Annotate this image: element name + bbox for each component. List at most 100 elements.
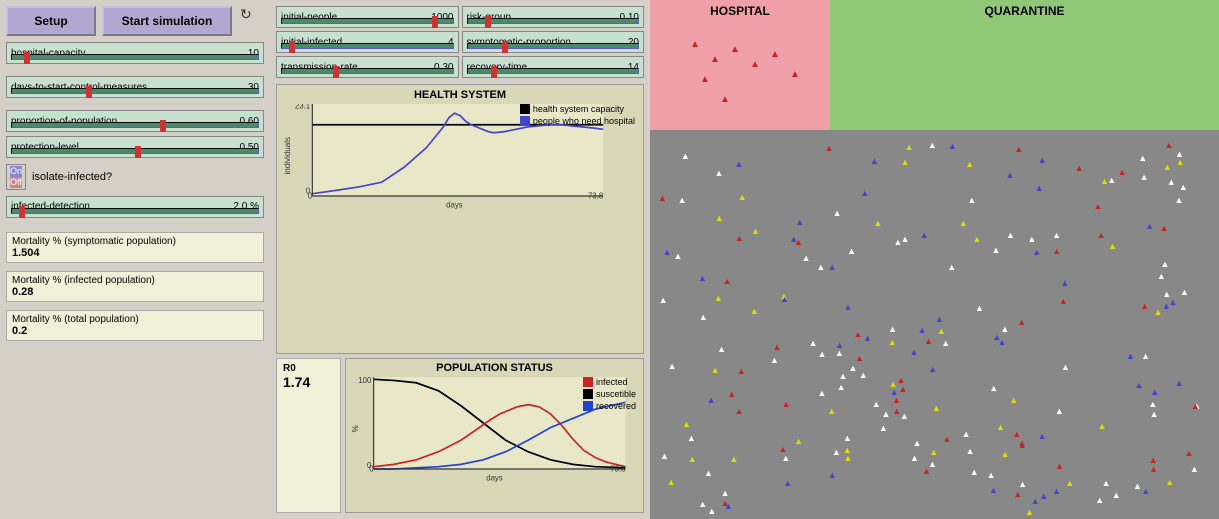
person-sim-60: ▲ <box>1000 325 1009 334</box>
svg-text:days: days <box>486 473 503 482</box>
symptomatic-proportion-track <box>467 43 640 49</box>
protection-handle[interactable] <box>135 146 141 158</box>
population-chart-title: POPULATION STATUS <box>349 362 640 374</box>
person-sim-79: ▲ <box>782 400 791 409</box>
initial-people-handle[interactable] <box>432 16 438 28</box>
person-sim-5: ▲ <box>1052 487 1061 496</box>
person-sim-84: ▲ <box>860 189 869 198</box>
person-sim-113: ▲ <box>816 263 825 272</box>
person-sim-148: ▲ <box>688 455 697 464</box>
isolate-toggle-row: On Off isolate-infected? <box>6 164 264 190</box>
toggle-on-label[interactable]: On <box>10 166 22 177</box>
person-sim-178: ▲ <box>1065 479 1074 488</box>
person-sim-59: ▲ <box>920 231 929 240</box>
infected-detection-slider[interactable]: infected-detection 2.0 % <box>6 196 264 218</box>
person-sim-83: ▲ <box>1001 450 1010 459</box>
person-sim-8: ▲ <box>872 400 881 409</box>
person-sim-194: ▲ <box>966 447 975 456</box>
person-sim-173: ▲ <box>1017 318 1026 327</box>
person-sim-74: ▲ <box>674 252 683 261</box>
risk-group-handle[interactable] <box>485 16 491 28</box>
hospital-capacity-slider[interactable]: hospital-capacity 10 <box>6 42 264 64</box>
person-sim-149: ▲ <box>898 385 907 394</box>
isolate-toggle[interactable]: On Off <box>6 164 26 190</box>
person-sim-157: ▲ <box>835 349 844 358</box>
svg-text:73.8: 73.8 <box>610 464 626 473</box>
person-sim-71: ▲ <box>832 448 841 457</box>
person-sim-89: ▲ <box>989 486 998 495</box>
person-sim-85: ▲ <box>849 364 858 373</box>
legend-hospital-people-label: people who need hospital <box>533 116 635 126</box>
person-sim-38: ▲ <box>735 407 744 416</box>
person-sim-0: ▲ <box>707 507 716 516</box>
legend-health-capacity-color <box>520 104 530 114</box>
person-sim-146: ▲ <box>1145 222 1154 231</box>
person-hospital-4: ▲ <box>750 60 760 70</box>
person-sim-167: ▲ <box>947 263 956 272</box>
symptomatic-proportion-handle[interactable] <box>502 41 508 53</box>
person-sim-165: ▲ <box>910 348 919 357</box>
quarantine-area: QUARANTINE <box>830 0 1219 130</box>
person-sim-183: ▲ <box>972 235 981 244</box>
person-sim-17: ▲ <box>1141 352 1150 361</box>
person-sim-91: ▲ <box>962 430 971 439</box>
person-sim-4: ▲ <box>965 160 974 169</box>
middle-panel: initial-people 1000 risk-group 0.10 init… <box>270 0 650 519</box>
hospital-capacity-handle[interactable] <box>24 52 30 64</box>
legend-recovered: recovered <box>583 401 636 411</box>
person-sim-66: ▲ <box>704 469 713 478</box>
svg-text:0: 0 <box>306 187 311 196</box>
left-panel: Setup Start simulation ↻ hospital-capaci… <box>0 0 270 519</box>
initial-infected-slider[interactable]: initial-infected 4 <box>276 31 459 53</box>
protection-slider[interactable]: protection-level 0.50 <box>6 136 264 158</box>
person-sim-24: ▲ <box>828 263 837 272</box>
transmission-rate-handle[interactable] <box>333 66 339 78</box>
person-sim-151: ▲ <box>1149 456 1158 465</box>
person-sim-154: ▲ <box>1138 154 1147 163</box>
r0-value: 1.74 <box>283 374 334 390</box>
person-sim-53: ▲ <box>837 383 846 392</box>
person-sim-33: ▲ <box>1014 145 1023 154</box>
infected-detection-handle[interactable] <box>19 206 25 218</box>
transmission-rate-slider[interactable]: transmission-rate 0.30 <box>276 56 459 78</box>
symptomatic-proportion-slider[interactable]: symptomatic-proportion 20 <box>462 31 645 53</box>
proportion-handle[interactable] <box>160 120 166 132</box>
refresh-icon[interactable]: ↻ <box>240 6 252 36</box>
person-sim-181: ▲ <box>660 452 669 461</box>
start-simulation-button[interactable]: Start simulation <box>102 6 232 36</box>
health-chart-title: HEALTH SYSTEM <box>281 89 639 101</box>
risk-group-track <box>467 18 640 24</box>
health-chart-legend: health system capacity people who need h… <box>520 104 635 128</box>
person-sim-2: ▲ <box>802 254 811 263</box>
r0-box: R0 1.74 <box>276 358 341 513</box>
legend-hospital-people: people who need hospital <box>520 116 635 126</box>
proportion-slider[interactable]: proportion-of-population 0.60 <box>6 110 264 132</box>
person-sim-153: ▲ <box>1060 279 1069 288</box>
risk-group-slider[interactable]: risk-group 0.10 <box>462 6 645 28</box>
person-sim-81: ▲ <box>1184 449 1193 458</box>
person-sim-43: ▲ <box>1098 422 1107 431</box>
recovery-time-track <box>467 68 640 74</box>
setup-button[interactable]: Setup <box>6 6 96 36</box>
svg-text:23.1: 23.1 <box>295 104 311 111</box>
person-sim-80: ▲ <box>854 330 863 339</box>
person-sim-115: ▲ <box>770 356 779 365</box>
person-sim-187: ▲ <box>1167 178 1176 187</box>
person-sim-150: ▲ <box>928 365 937 374</box>
days-to-start-slider[interactable]: days-to-start-control-measures 30 <box>6 76 264 98</box>
toggle-off-label[interactable]: Off <box>10 177 22 188</box>
person-sim-188: ▲ <box>1032 248 1041 257</box>
initial-infected-handle[interactable] <box>289 41 295 53</box>
person-sim-142: ▲ <box>870 157 879 166</box>
person-sim-3: ▲ <box>1039 492 1048 501</box>
person-sim-199: ▲ <box>714 294 723 303</box>
person-sim-192: ▲ <box>967 196 976 205</box>
recovery-time-handle[interactable] <box>491 66 497 78</box>
hospital-capacity-track <box>11 54 259 60</box>
person-sim-175: ▲ <box>698 274 707 283</box>
recovery-time-slider[interactable]: recovery-time 14 <box>462 56 645 78</box>
person-sim-185: ▲ <box>1118 168 1127 177</box>
quarantine-label: QUARANTINE <box>830 0 1219 22</box>
initial-people-slider[interactable]: initial-people 1000 <box>276 6 459 28</box>
days-to-start-handle[interactable] <box>86 86 92 98</box>
